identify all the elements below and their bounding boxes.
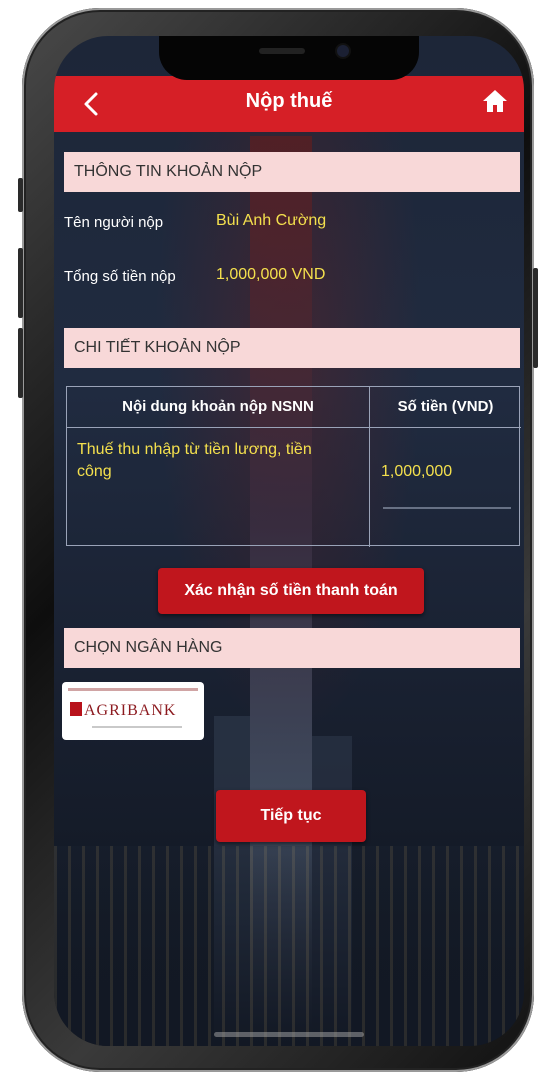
amount-underline: [383, 507, 511, 509]
agribank-logo-icon: [70, 702, 82, 716]
volume-down-button: [18, 328, 23, 398]
volume-up-button: [18, 248, 23, 318]
total-label: Tổng số tiền nộp: [64, 268, 176, 285]
payment-detail-table: Nội dung khoản nộp NSNN Số tiền (VND) Th…: [66, 386, 521, 547]
table-divider: [67, 427, 521, 428]
confirm-amount-button[interactable]: Xác nhận số tiền thanh toán: [158, 568, 424, 614]
front-camera: [337, 45, 349, 57]
bank-subtitle: [92, 726, 182, 728]
home-icon: [483, 90, 507, 112]
payer-label: Tên người nộp: [64, 214, 164, 231]
mute-switch: [18, 178, 23, 212]
app-screen: Nộp thuế THÔNG TIN KHOẢN NỘP Tên người n…: [54, 36, 524, 1046]
home-button[interactable]: [482, 88, 508, 114]
payer-value: Bùi Anh Cường: [216, 212, 327, 229]
total-value: 1,000,000 VND: [216, 266, 326, 283]
bank-select-header: CHỌN NGÂN HÀNG: [64, 628, 520, 668]
page-title: Nộp thuế: [245, 90, 333, 112]
bank-name: AGRIBANK: [84, 702, 177, 719]
bank-tagline: [68, 688, 198, 691]
column-header-amount: Số tiền (VND): [397, 398, 494, 415]
payment-info-header: THÔNG TIN KHOẢN NỘP: [64, 152, 520, 192]
background-city: [54, 846, 524, 1046]
app-header: Nộp thuế: [54, 76, 524, 132]
power-button: [533, 268, 538, 368]
home-indicator: [214, 1032, 364, 1037]
payment-detail-header: CHI TIẾT KHOẢN NỘP: [64, 328, 520, 368]
table-cell-amount: 1,000,000: [381, 463, 453, 480]
bank-option-agribank[interactable]: AGRIBANK: [62, 682, 204, 740]
continue-button[interactable]: Tiếp tục: [216, 790, 366, 842]
notch: [159, 36, 419, 80]
column-header-content: Nội dung khoản nộp NSNN: [122, 398, 314, 415]
table-cell-content: Thuế thu nhập từ tiền lương, tiền công: [77, 441, 312, 480]
speaker: [259, 48, 305, 54]
